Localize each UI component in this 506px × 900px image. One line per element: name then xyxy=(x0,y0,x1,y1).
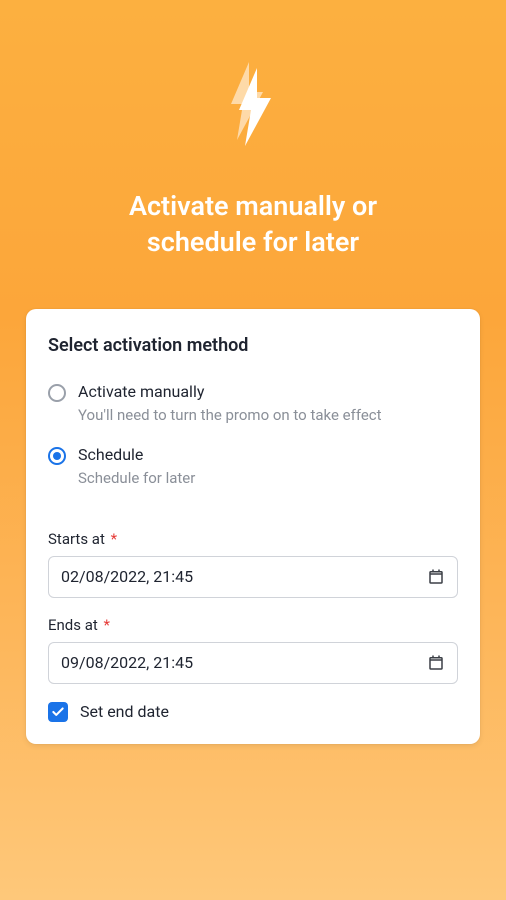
radio-description: Schedule for later xyxy=(78,468,458,488)
radio-icon xyxy=(48,384,66,402)
radio-text: Schedule Schedule for later xyxy=(78,445,458,488)
activation-method-group: Activate manually You'll need to turn th… xyxy=(48,376,458,502)
starts-at-field: Starts at * 02/08/2022, 21:45 xyxy=(48,530,458,598)
activation-card: Select activation method Activate manual… xyxy=(26,309,480,744)
radio-icon xyxy=(48,447,66,465)
ends-at-input[interactable]: 09/08/2022, 21:45 xyxy=(48,642,458,684)
starts-at-label: Starts at * xyxy=(48,530,458,548)
card-heading: Select activation method xyxy=(48,335,458,356)
required-asterisk: * xyxy=(107,530,117,548)
radio-label: Activate manually xyxy=(78,382,458,403)
lightning-icon xyxy=(223,60,283,150)
starts-at-input[interactable]: 02/08/2022, 21:45 xyxy=(48,556,458,598)
radio-text: Activate manually You'll need to turn th… xyxy=(78,382,458,425)
ends-at-field: Ends at * 09/08/2022, 21:45 xyxy=(48,616,458,684)
hero-title: Activate manually or schedule for later xyxy=(73,188,433,261)
required-asterisk: * xyxy=(100,616,110,634)
page-root: Activate manually or schedule for later … xyxy=(0,0,506,900)
calendar-icon xyxy=(427,654,445,672)
label-text: Starts at xyxy=(48,530,105,548)
checkbox-icon xyxy=(48,702,68,722)
radio-label: Schedule xyxy=(78,445,458,466)
starts-at-value: 02/08/2022, 21:45 xyxy=(61,567,193,586)
radio-description: You'll need to turn the promo on to take… xyxy=(78,405,458,425)
set-end-date-checkbox[interactable]: Set end date xyxy=(48,702,458,722)
calendar-icon xyxy=(427,568,445,586)
label-text: Ends at xyxy=(48,616,98,634)
ends-at-label: Ends at * xyxy=(48,616,458,634)
radio-option-manual[interactable]: Activate manually You'll need to turn th… xyxy=(48,376,458,439)
radio-option-schedule[interactable]: Schedule Schedule for later xyxy=(48,439,458,502)
checkbox-label: Set end date xyxy=(80,702,169,721)
ends-at-value: 09/08/2022, 21:45 xyxy=(61,653,193,672)
